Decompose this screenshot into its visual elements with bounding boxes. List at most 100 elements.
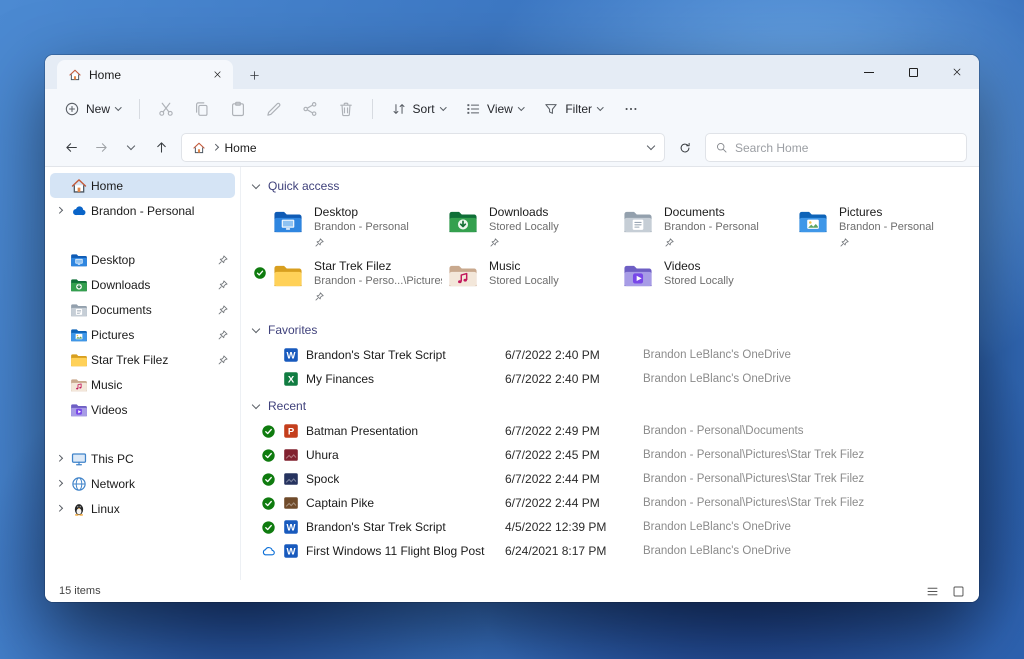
file-row-batman-presentation[interactable]: P Batman Presentation 6/7/2022 2:49 PM B… bbox=[251, 419, 961, 443]
sidebar-item-linux[interactable]: Linux bbox=[50, 496, 235, 521]
sidebar-item-desktop[interactable]: Desktop bbox=[50, 247, 235, 272]
rename-icon bbox=[265, 100, 283, 118]
file-row-spock[interactable]: Spock 6/7/2022 2:44 PM Brandon - Persona… bbox=[251, 467, 961, 491]
maximize-button[interactable] bbox=[891, 55, 935, 89]
file-row-first-windows-11-flight-blog-post[interactable]: W First Windows 11 Flight Blog Post 6/24… bbox=[251, 539, 961, 563]
sidebar-item-label: This PC bbox=[91, 451, 134, 466]
sidebar-item-brandon-personal[interactable]: Brandon - Personal bbox=[50, 198, 235, 223]
expand-chevron-icon[interactable] bbox=[52, 451, 67, 466]
more-options-button[interactable] bbox=[614, 93, 648, 125]
large-thumbnails-view-button[interactable] bbox=[949, 583, 967, 599]
sidebar-item-label: Pictures bbox=[91, 327, 135, 342]
sidebar-item-videos[interactable]: Videos bbox=[50, 397, 235, 422]
breadcrumb-item-home[interactable]: Home bbox=[225, 141, 257, 155]
tile-name: Star Trek Filez bbox=[314, 259, 392, 273]
refresh-icon bbox=[678, 141, 692, 155]
folder-music-icon bbox=[446, 260, 480, 291]
tile-text: Star Trek Filez Brandon - Perso...\Pictu… bbox=[314, 258, 442, 305]
quick-access-tile-pictures[interactable]: Pictures Brandon - Personal bbox=[794, 203, 969, 249]
section-title: Quick access bbox=[268, 179, 340, 193]
sidebar-item-label: Star Trek Filez bbox=[91, 352, 169, 367]
quick-access-tile-videos[interactable]: Videos Stored Locally bbox=[619, 257, 794, 303]
file-row-my-finances[interactable]: X My Finances 6/7/2022 2:40 PM Brandon L… bbox=[251, 367, 961, 391]
share-button[interactable] bbox=[293, 93, 327, 125]
sidebar-item-downloads[interactable]: Downloads bbox=[50, 272, 235, 297]
view-button[interactable]: View bbox=[456, 93, 532, 125]
sidebar-item-documents[interactable]: Documents bbox=[50, 297, 235, 322]
file-date-modified: 6/24/2021 8:17 PM bbox=[505, 544, 607, 558]
expand-chevron-icon[interactable] bbox=[52, 476, 67, 491]
close-button[interactable] bbox=[935, 55, 979, 89]
chevron-down-icon bbox=[439, 104, 446, 111]
tab-title: Home bbox=[89, 67, 122, 82]
tab-home[interactable]: Home bbox=[57, 60, 233, 89]
filter-button[interactable]: Filter bbox=[534, 93, 611, 125]
search-box[interactable] bbox=[705, 133, 967, 162]
sidebar-item-this-pc[interactable]: This PC bbox=[50, 446, 235, 471]
tile-subtitle: Brandon - Personal bbox=[314, 221, 409, 234]
quick-access-tile-desktop[interactable]: Desktop Brandon - Personal bbox=[269, 203, 444, 249]
search-input[interactable] bbox=[735, 140, 957, 155]
paste-button[interactable] bbox=[221, 93, 255, 125]
word-icon: W bbox=[283, 519, 299, 535]
address-dropdown-icon[interactable] bbox=[646, 141, 656, 151]
chevron-down-icon bbox=[115, 104, 122, 111]
delete-button[interactable] bbox=[329, 93, 363, 125]
back-button[interactable] bbox=[57, 134, 85, 162]
items-count: 15 items bbox=[59, 585, 101, 597]
breadcrumb-bar[interactable]: Home bbox=[181, 133, 665, 162]
file-location: Brandon - Personal\Pictures\Star Trek Fi… bbox=[643, 449, 865, 461]
file-row-captain-pike[interactable]: Captain Pike 6/7/2022 2:44 PM Brandon - … bbox=[251, 491, 961, 515]
sidebar-item-home[interactable]: Home bbox=[50, 173, 235, 198]
synced-status-icon bbox=[261, 472, 276, 487]
tile-text: Desktop Brandon - Personal bbox=[314, 204, 409, 251]
sidebar-item-music[interactable]: Music bbox=[50, 372, 235, 397]
folder-desktop-icon bbox=[70, 252, 88, 268]
minimize-button[interactable] bbox=[847, 55, 891, 89]
sidebar-item-pictures[interactable]: Pictures bbox=[50, 322, 235, 347]
minimize-icon bbox=[864, 71, 874, 73]
folder-videos-icon bbox=[70, 402, 88, 418]
separator bbox=[138, 99, 140, 119]
sort-button[interactable]: Sort bbox=[382, 93, 455, 125]
cut-button[interactable] bbox=[149, 93, 183, 125]
quick-access-tile-documents[interactable]: Documents Brandon - Personal bbox=[619, 203, 794, 249]
folder-documents-icon bbox=[621, 206, 655, 237]
separator bbox=[371, 99, 373, 119]
file-row-uhura[interactable]: Uhura 6/7/2022 2:45 PM Brandon - Persona… bbox=[251, 443, 961, 467]
image-blue-icon bbox=[283, 471, 299, 487]
word-icon: W bbox=[283, 543, 299, 559]
file-row-brandon-s-star-trek-script[interactable]: W Brandon's Star Trek Script 6/7/2022 2:… bbox=[251, 343, 961, 367]
refresh-button[interactable] bbox=[671, 134, 699, 162]
folder-pictures-icon bbox=[796, 206, 830, 237]
tab-close-button[interactable] bbox=[209, 67, 225, 83]
expand-chevron-icon[interactable] bbox=[52, 501, 67, 516]
folder-generic-icon bbox=[70, 352, 88, 368]
section-quick-access-header[interactable]: Quick access bbox=[251, 175, 961, 197]
details-view-button[interactable] bbox=[923, 583, 941, 599]
rename-button[interactable] bbox=[257, 93, 291, 125]
quick-access-tile-downloads[interactable]: Downloads Stored Locally bbox=[444, 203, 619, 249]
new-button[interactable]: New bbox=[55, 93, 130, 125]
home-icon bbox=[70, 178, 88, 194]
file-row-brandon-s-star-trek-script[interactable]: W Brandon's Star Trek Script 4/5/2022 12… bbox=[251, 515, 961, 539]
up-button[interactable] bbox=[147, 134, 175, 162]
sidebar-item-star-trek-filez[interactable]: Star Trek Filez bbox=[50, 347, 235, 372]
file-location: Brandon - Personal\Pictures\Star Trek Fi… bbox=[643, 473, 865, 485]
expand-chevron-icon[interactable] bbox=[52, 203, 67, 218]
file-name: My Finances bbox=[306, 372, 375, 386]
tab-bar: Home bbox=[45, 55, 979, 89]
section-recent-header[interactable]: Recent bbox=[251, 395, 961, 417]
sidebar-item-label: Music bbox=[91, 377, 123, 392]
quick-access-tile-star-trek-filez[interactable]: Star Trek Filez Brandon - Perso...\Pictu… bbox=[254, 257, 444, 305]
new-tab-button[interactable] bbox=[241, 63, 267, 87]
copy-button[interactable] bbox=[185, 93, 219, 125]
quick-access-tile-music[interactable]: Music Stored Locally bbox=[444, 257, 619, 303]
section-favorites-header[interactable]: Favorites bbox=[251, 319, 961, 341]
sidebar-item-network[interactable]: Network bbox=[50, 471, 235, 496]
recent-locations-button[interactable] bbox=[117, 134, 145, 162]
forward-button[interactable] bbox=[87, 134, 115, 162]
